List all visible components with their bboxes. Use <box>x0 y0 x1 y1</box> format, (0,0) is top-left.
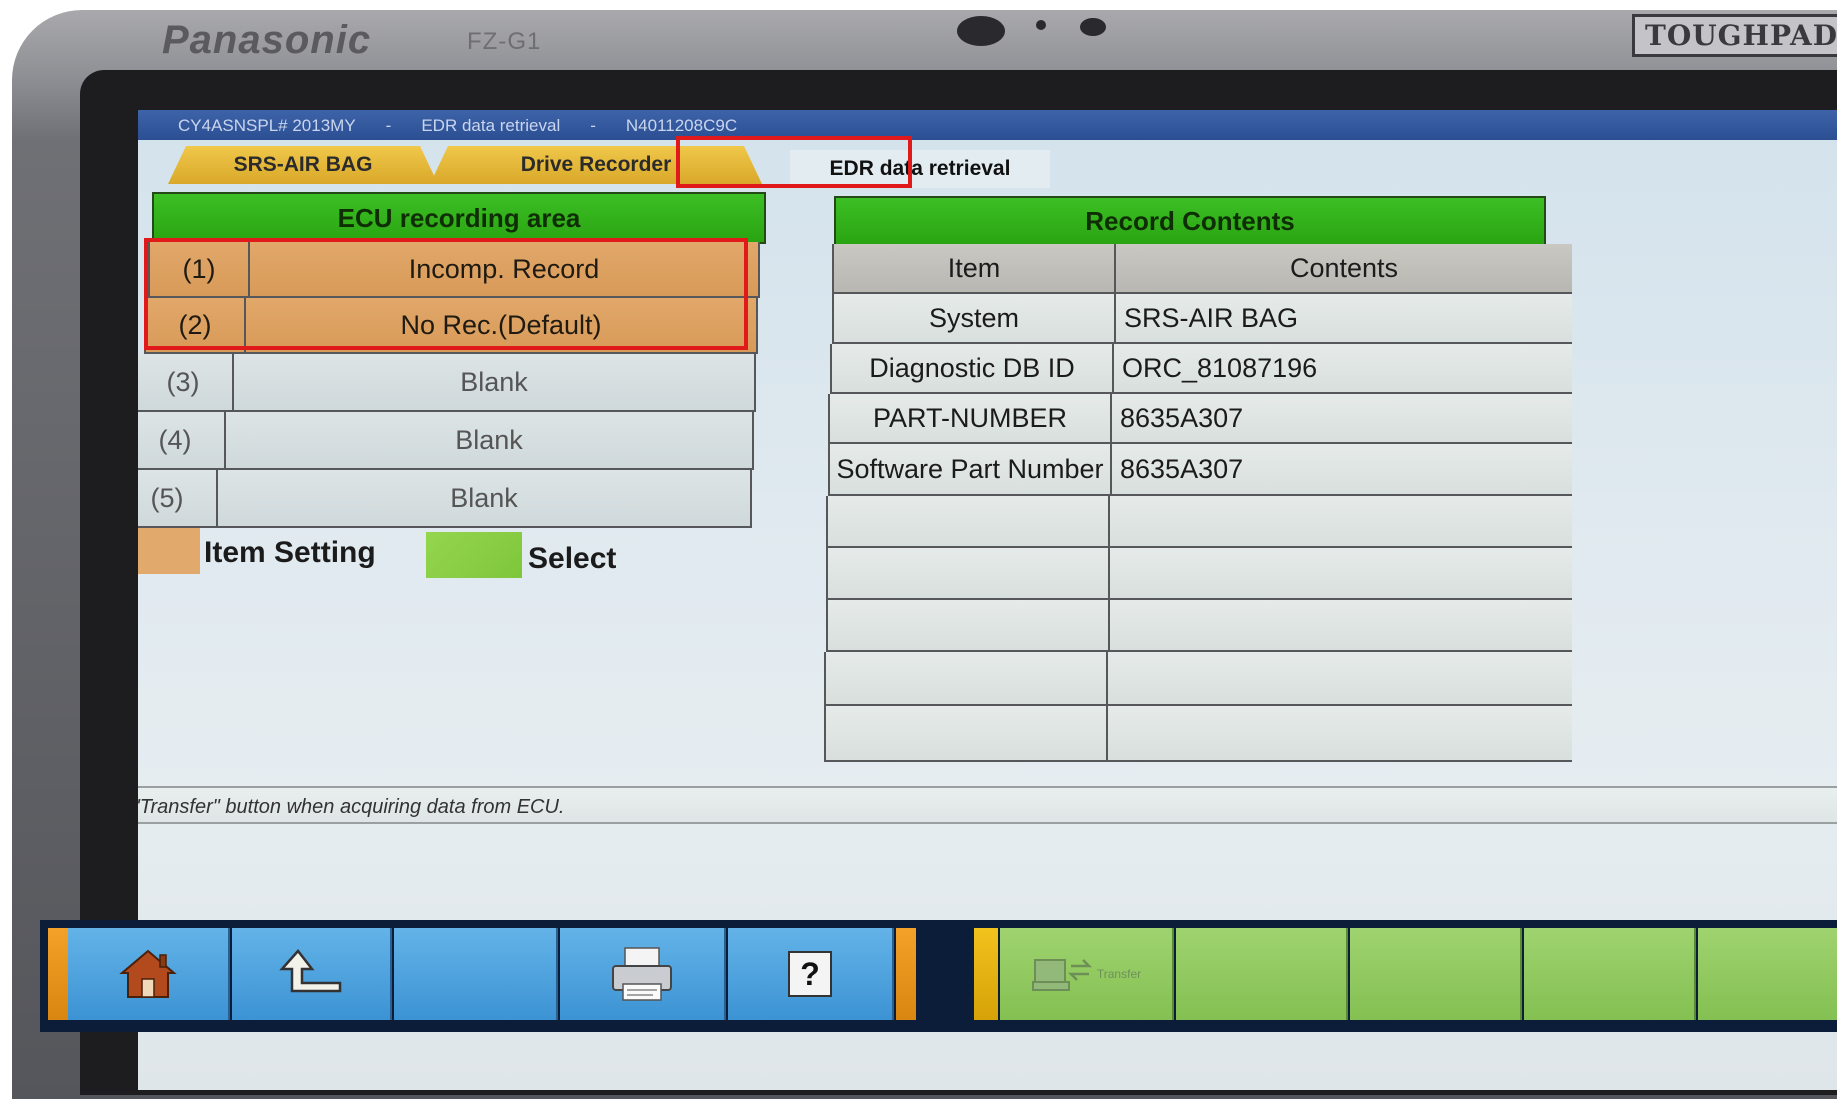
record-contents-value: ORC_81087196 <box>1122 352 1318 383</box>
column-header-contents: Contents <box>1289 252 1399 283</box>
sensor-icon <box>1080 18 1106 36</box>
bottom-toolbar: ? Transfer <box>40 920 1837 1032</box>
transfer-button[interactable]: Transfer <box>1000 928 1174 1020</box>
record-item <box>828 548 1110 598</box>
help-icon: ? <box>788 951 832 997</box>
model-label: FZ-G1 <box>467 28 542 55</box>
printer-icon <box>612 947 672 1001</box>
record-contents-value <box>1110 600 1572 650</box>
record-contents-value <box>1110 496 1572 546</box>
help-button[interactable]: ? <box>728 928 894 1020</box>
record-row <box>824 652 1572 706</box>
ecu-row-3[interactable]: (3) Blank <box>138 354 756 412</box>
select-label: Select <box>528 542 617 575</box>
home-icon <box>119 949 177 998</box>
record-row <box>826 496 1572 548</box>
toughpad-badge: TOUGHPAD <box>1632 14 1837 57</box>
ecu-area-header: ECU recording area <box>152 192 766 244</box>
ecu-id: N4011208C9C <box>625 116 738 135</box>
record-item: Software Part Number <box>830 444 1112 494</box>
record-row <box>824 706 1572 762</box>
record-row: System SRS-AIR BAG <box>832 294 1572 344</box>
title-bar: CY4ASNSPL# 2013MY - EDR data retrieval - N40… <box>138 110 1837 140</box>
record-contents-value: SRS-AIR BAG <box>1124 302 1299 333</box>
function-button-empty[interactable] <box>1350 928 1522 1020</box>
highlight-box <box>144 238 748 350</box>
record-item: PART-NUMBER <box>830 394 1112 442</box>
tab-srs-air-bag[interactable]: SRS-AIR BAG <box>168 146 438 184</box>
blank-button[interactable] <box>394 928 558 1020</box>
record-row: Diagnostic DB ID ORC_81087196 <box>830 344 1572 394</box>
column-header-item: Item <box>834 244 1116 292</box>
item-setting-swatch <box>138 528 200 574</box>
toolbar-yellow-marker <box>974 928 998 1020</box>
record-contents-value: 8635A307 <box>1120 402 1244 433</box>
ecu-row-4[interactable]: (4) Blank <box>138 412 754 470</box>
title-separator: - <box>385 116 392 135</box>
record-item: System <box>834 294 1116 342</box>
status-message: Press "Transfer" button when acquiring d… <box>138 786 1837 824</box>
function-name: EDR data retrieval <box>421 116 561 135</box>
ecu-row-value: Blank <box>455 424 523 455</box>
record-item <box>828 496 1110 546</box>
print-button[interactable] <box>560 928 726 1020</box>
transfer-icon <box>1031 959 1092 991</box>
record-item <box>826 706 1108 760</box>
home-button[interactable] <box>68 928 230 1020</box>
record-item <box>826 652 1108 704</box>
ecu-row-5[interactable]: (5) Blank <box>138 470 752 528</box>
record-row: PART-NUMBER 8635A307 <box>828 394 1572 444</box>
item-setting-label: Item Setting <box>204 536 376 569</box>
function-button-empty[interactable] <box>1524 928 1696 1020</box>
toolbar-orange-marker <box>48 928 68 1020</box>
ecu-row-number: (3) <box>138 354 234 410</box>
function-button-empty[interactable] <box>1698 928 1837 1020</box>
title-separator: - <box>590 116 596 135</box>
camera-icon <box>957 16 1005 46</box>
toolbar-orange-marker <box>896 928 916 1020</box>
function-button-empty[interactable] <box>1176 928 1348 1020</box>
back-button[interactable] <box>232 928 392 1020</box>
sensor-icon <box>1036 20 1046 30</box>
ecu-row-value: Blank <box>450 482 518 513</box>
record-contents-value <box>1110 548 1572 598</box>
record-item <box>828 600 1110 650</box>
vehicle-id: CY4ASNSPL# 2013MY <box>178 116 356 135</box>
ecu-row-value: Blank <box>460 366 528 397</box>
back-arrow-icon <box>279 949 342 993</box>
highlight-box <box>676 136 912 188</box>
brand-logo: Panasonic <box>162 18 372 62</box>
record-contents-value: 8635A307 <box>1120 453 1244 484</box>
transfer-label: Transfer <box>1096 967 1142 981</box>
record-item: Diagnostic DB ID <box>832 344 1114 392</box>
select-swatch <box>426 532 522 578</box>
record-contents-value <box>1108 652 1572 704</box>
record-row <box>826 600 1572 652</box>
record-contents-value <box>1108 706 1572 760</box>
record-contents-column-headers: Item Contents <box>832 244 1572 294</box>
record-row: Software Part Number 8635A307 <box>828 444 1572 496</box>
ecu-row-number: (5) <box>138 470 218 526</box>
ecu-row-number: (4) <box>138 412 226 468</box>
record-row <box>826 548 1572 600</box>
record-contents-header: Record Contents <box>834 196 1546 246</box>
